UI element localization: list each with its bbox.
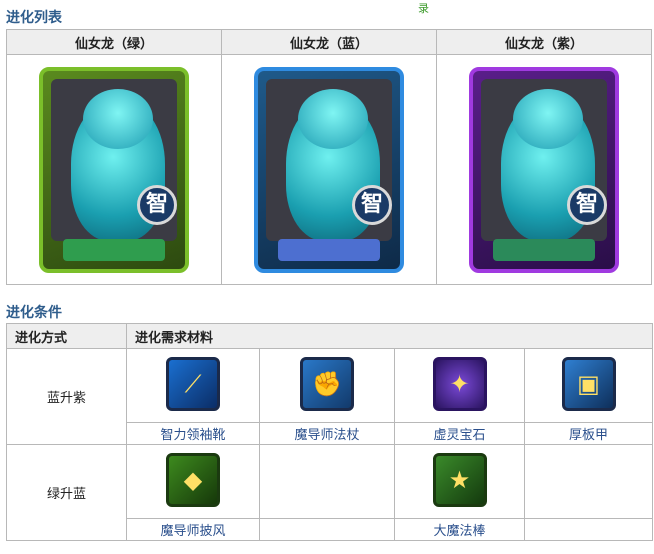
card-plate [278, 238, 380, 261]
material-name-link[interactable]: 虚灵宝石 [394, 422, 525, 445]
fairy-dragon-purple-card[interactable]: 智 [469, 66, 619, 273]
evolution-list-title: 进化列表 [6, 9, 62, 25]
method-blue-to-purple: 蓝升紫 [6, 348, 127, 445]
dragon-head [513, 88, 583, 149]
evolution-conditions-title: 进化条件 [6, 304, 62, 320]
method-green-to-blue: 绿升蓝 [6, 444, 127, 541]
armor-icon[interactable]: ▣ [561, 357, 616, 411]
material-icon-cell: ◆ [126, 444, 260, 519]
evolution-conditions-table: 进化方式 进化需求材料 蓝升紫 ⟋ ✊ ✦ ▣ 智力领袖靴 魔导师法杖 虚灵宝石… [6, 323, 654, 541]
int-badge-icon: 智 [137, 184, 177, 225]
dragon-head [298, 88, 368, 149]
wand-icon[interactable]: ★ [432, 453, 487, 507]
material-name-link[interactable]: 魔导师法杖 [259, 422, 395, 445]
evo-cell-green: 智 [6, 54, 222, 285]
material-icon-cell: ★ [394, 444, 525, 519]
material-icon-cell: ⟋ [126, 348, 260, 423]
material-icon-cell: ✊ [259, 348, 395, 423]
int-badge-icon: 智 [352, 184, 392, 225]
staff-icon[interactable]: ✊ [300, 357, 354, 411]
material-icon-cell: ✦ [394, 348, 525, 423]
int-badge-icon: 智 [567, 184, 607, 225]
fairy-dragon-blue-card[interactable]: 智 [254, 66, 404, 273]
card-plate [493, 238, 595, 261]
header-materials: 进化需求材料 [125, 323, 654, 349]
fairy-dragon-green-card[interactable]: 智 [39, 66, 189, 273]
material-name-empty [523, 518, 654, 541]
header-method: 进化方式 [6, 323, 127, 349]
cape-icon[interactable]: ◆ [166, 453, 220, 507]
material-icon-cell: ▣ [523, 348, 654, 423]
boot-icon[interactable]: ⟋ [166, 357, 220, 411]
gem-icon[interactable]: ✦ [432, 357, 487, 411]
evo-col-green: 仙女龙（绿） [6, 29, 222, 55]
evo-col-blue: 仙女龙（蓝） [221, 29, 437, 55]
evolution-list-table: 仙女龙（绿） 仙女龙（蓝） 仙女龙（紫） 智 智 智 [6, 29, 652, 285]
material-name-link[interactable]: 智力领袖靴 [126, 422, 260, 445]
dragon-head [83, 88, 153, 149]
evo-col-purple: 仙女龙（紫） [436, 29, 652, 55]
material-name-empty [259, 518, 395, 541]
material-icon-cell-empty [259, 444, 395, 519]
top-green-mark: 录 [418, 3, 429, 15]
material-name-link[interactable]: 大魔法棒 [394, 518, 525, 541]
evo-cell-purple: 智 [436, 54, 652, 285]
evo-cell-blue: 智 [221, 54, 437, 285]
card-plate [63, 238, 165, 261]
material-name-link[interactable]: 魔导师披风 [126, 518, 260, 541]
material-name-link[interactable]: 厚板甲 [523, 422, 654, 445]
material-icon-cell-empty [523, 444, 654, 519]
